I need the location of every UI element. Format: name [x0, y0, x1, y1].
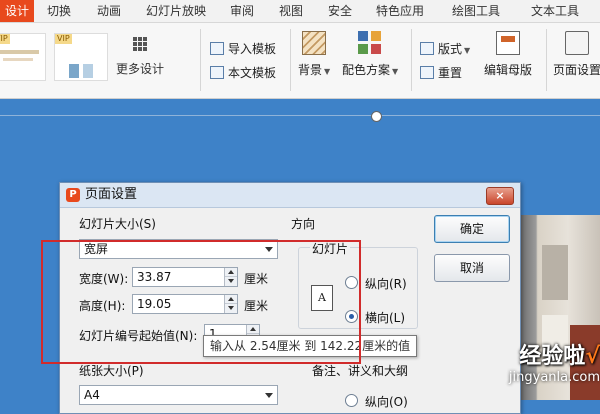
reset-label: 重置: [438, 66, 463, 80]
layout-icon: [420, 42, 434, 55]
body-template-label: 本文模板: [228, 66, 277, 80]
color-scheme-button[interactable]: 配色方案 ▼: [342, 31, 398, 78]
edit-master-button[interactable]: 编辑母版: [484, 31, 532, 78]
width-value: 33.87: [137, 270, 172, 284]
width-input[interactable]: 33.87: [132, 267, 238, 287]
import-template-button[interactable]: 导入模板: [210, 39, 276, 59]
notes-group-label: 备注、讲义和大纲: [310, 362, 411, 379]
slide-size-value: 宽屏: [84, 242, 109, 256]
dialog-title-bar[interactable]: P 页面设置 ×: [60, 183, 520, 208]
slide-size-label: 幻灯片大小(S): [79, 217, 156, 231]
slide-size-select[interactable]: 宽屏: [79, 239, 278, 259]
spin-up-icon[interactable]: [247, 325, 259, 334]
more-design-button[interactable]: 更多设计: [110, 37, 170, 77]
slide-top-edge: [0, 115, 600, 116]
reset-button[interactable]: 重置: [420, 63, 462, 83]
watermark-url: jingyanla.com: [508, 370, 600, 385]
edit-master-label: 编辑母版: [484, 63, 533, 77]
value-range-tooltip: 输入从 2.54厘米 到 142.22厘米的值: [203, 335, 418, 357]
background-label: 背景: [298, 63, 323, 77]
width-unit: 厘米: [244, 272, 269, 286]
notes-portrait-label: 纵向(O): [365, 395, 408, 409]
tab-text-tools[interactable]: 文本工具: [531, 0, 579, 22]
portrait-label: 纵向(R): [365, 277, 407, 291]
design-thumbnail[interactable]: VIP: [54, 33, 108, 81]
grid-icon: [133, 37, 147, 51]
tab-animation[interactable]: 动画: [97, 0, 121, 22]
cancel-button[interactable]: 取消: [434, 254, 510, 282]
height-label: 高度(H):: [79, 299, 126, 313]
app-icon: P: [66, 188, 80, 202]
template-icon: [210, 42, 224, 55]
page-setup-label: 页面设置: [553, 63, 600, 77]
background-button[interactable]: 背景 ▼: [298, 31, 330, 78]
chevron-down-icon: [265, 247, 273, 252]
design-thumbnail[interactable]: VIP: [0, 33, 46, 81]
tab-slideshow[interactable]: 幻灯片放映: [146, 0, 206, 22]
tab-drawing-tools[interactable]: 绘图工具: [452, 0, 500, 22]
height-value: 19.05: [137, 297, 172, 311]
chevron-down-icon: [265, 393, 273, 398]
tab-view[interactable]: 视图: [279, 0, 303, 22]
watermark-title: 经验啦: [519, 344, 586, 369]
portrait-radio[interactable]: [345, 276, 358, 289]
landscape-label: 横向(L): [365, 311, 406, 325]
page-setup-button[interactable]: 页面设置: [553, 31, 600, 78]
design-gallery: VIP VIP: [0, 29, 110, 85]
height-input[interactable]: 19.05: [132, 294, 238, 314]
paper-size-value: A4: [84, 388, 100, 402]
tab-transition[interactable]: 切换: [47, 0, 71, 22]
watermark: 经验啦√ jingyanla.com: [475, 344, 600, 386]
import-template-label: 导入模板: [228, 42, 277, 56]
slide-master-icon: [496, 31, 520, 55]
spin-down-icon[interactable]: [225, 304, 237, 313]
reset-icon: [420, 66, 434, 79]
color-scheme-icon: [358, 31, 383, 55]
more-design-label: 更多设计: [115, 62, 164, 76]
notes-portrait-radio[interactable]: [345, 394, 358, 407]
spin-down-icon[interactable]: [225, 277, 237, 286]
width-label: 宽度(W):: [79, 272, 129, 286]
vip-badge: VIP: [55, 34, 72, 44]
landscape-page-icon: A: [311, 285, 333, 311]
body-template-button[interactable]: 本文模板: [210, 63, 276, 83]
color-scheme-label: 配色方案: [342, 63, 391, 77]
numbering-label: 幻灯片编号起始值(N):: [79, 329, 198, 343]
resize-handle[interactable]: [371, 111, 382, 122]
spin-up-icon[interactable]: [225, 268, 237, 277]
spin-up-icon[interactable]: [225, 295, 237, 304]
template-icon: [210, 66, 224, 79]
tab-design[interactable]: 设计: [0, 0, 35, 22]
tab-security[interactable]: 安全: [328, 0, 352, 22]
vip-badge: VIP: [0, 34, 10, 44]
slides-group-label: 幻灯片: [310, 240, 351, 257]
page-setup-icon: [565, 31, 589, 55]
ribbon: VIP VIP 更多设计 导入模板 本文模板 背景▼ 配色方案▼ 版式▼ 重置 …: [0, 23, 600, 99]
close-button[interactable]: ×: [486, 187, 514, 205]
layout-label: 版式: [438, 42, 463, 56]
height-unit: 厘米: [244, 299, 269, 313]
paper-size-select[interactable]: A4: [79, 385, 278, 405]
background-icon: [302, 31, 327, 55]
checkmark-icon: √: [585, 344, 600, 369]
ok-button[interactable]: 确定: [434, 215, 510, 243]
tab-review[interactable]: 审阅: [230, 0, 254, 22]
dialog-title: 页面设置: [85, 187, 138, 202]
orientation-label: 方向: [291, 217, 316, 231]
landscape-radio[interactable]: [345, 310, 358, 323]
paper-size-label: 纸张大小(P): [79, 364, 144, 378]
tab-featured-apps[interactable]: 特色应用: [376, 0, 424, 22]
page-setup-dialog: P 页面设置 × 幻灯片大小(S) 宽屏 宽度(W): 33.87 厘米 高度(…: [59, 182, 521, 414]
menu-bar: 设计 切换 动画 幻灯片放映 审阅 视图 安全 特色应用 绘图工具 文本工具: [0, 0, 600, 23]
layout-button[interactable]: 版式 ▼: [420, 39, 470, 59]
